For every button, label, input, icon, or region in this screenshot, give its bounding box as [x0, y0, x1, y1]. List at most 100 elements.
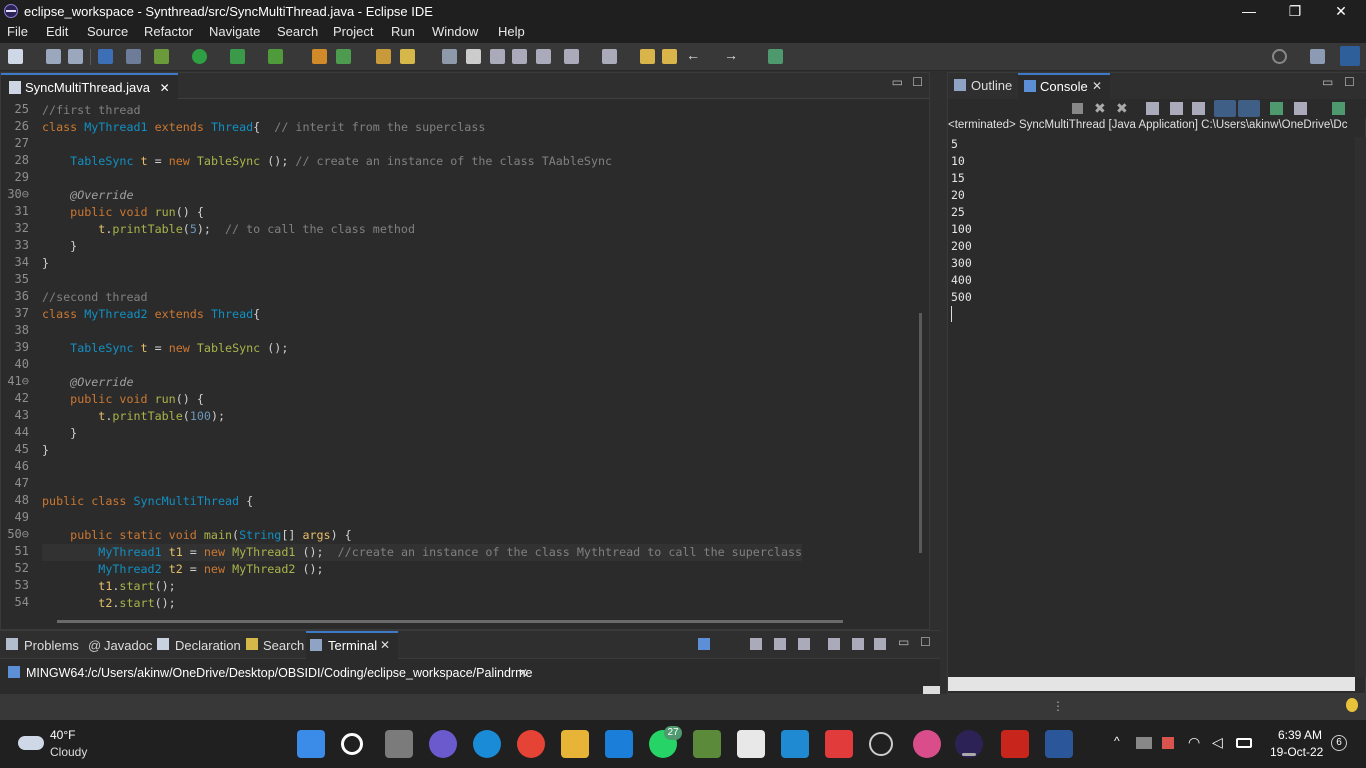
- edge-icon[interactable]: [473, 730, 501, 758]
- snipping-tool-icon[interactable]: [737, 730, 765, 758]
- clear-icon[interactable]: [852, 638, 864, 650]
- block-selection-icon[interactable]: [466, 49, 481, 64]
- code-editor[interactable]: 25 //first thread 26 class MyThread1 extend…: [1, 99, 913, 611]
- menu-help[interactable]: Help: [498, 24, 525, 39]
- battery-icon[interactable]: [1236, 738, 1252, 748]
- pilcrow-icon[interactable]: [536, 49, 551, 64]
- paste-icon[interactable]: [798, 638, 810, 650]
- forward-arrow-icon[interactable]: →: [724, 48, 739, 63]
- task-view-icon[interactable]: [385, 730, 413, 758]
- console-vertical-scrollbar[interactable]: [1355, 137, 1366, 677]
- back-arrow-icon[interactable]: ←: [686, 48, 701, 63]
- code-line[interactable]: public class SyncMultiThread {: [42, 493, 253, 510]
- new-java-project-icon[interactable]: [312, 49, 327, 64]
- weather-temp[interactable]: 40°F: [50, 728, 75, 742]
- tip-of-day-icon[interactable]: [1346, 698, 1358, 712]
- new-icon[interactable]: [8, 49, 23, 64]
- start-icon[interactable]: [297, 730, 325, 758]
- scroll-lock-icon[interactable]: [750, 638, 762, 650]
- word-icon[interactable]: [1045, 730, 1073, 758]
- status-more-icon[interactable]: ⋮: [1052, 699, 1064, 713]
- chrome-icon[interactable]: [517, 730, 545, 758]
- code-line[interactable]: public static void main(String[] args) {: [42, 527, 352, 544]
- run-icon[interactable]: [192, 49, 207, 64]
- terminate-icon[interactable]: [1072, 103, 1083, 114]
- copy-icon[interactable]: [774, 638, 786, 650]
- open-type-icon[interactable]: [376, 49, 391, 64]
- obs-icon[interactable]: [869, 732, 893, 756]
- file-explorer-icon[interactable]: [561, 730, 589, 758]
- close-button[interactable]: ✕: [1318, 0, 1364, 22]
- code-line[interactable]: }: [42, 255, 49, 272]
- show-stderr-icon[interactable]: [1238, 100, 1260, 117]
- close-icon[interactable]: ✕: [518, 666, 528, 680]
- console-output[interactable]: 5 10 15 20 25 100 200 300 400 500: [948, 137, 1348, 677]
- onedrive-icon[interactable]: [1136, 737, 1152, 749]
- pin-console-icon[interactable]: [1270, 102, 1283, 115]
- maximize-view-icon[interactable]: ☐: [920, 635, 931, 649]
- code-line[interactable]: t.printTable(5); // to call the class me…: [42, 221, 415, 238]
- remove-all-icon[interactable]: ✖: [1116, 100, 1128, 117]
- remove-launch-icon[interactable]: ✖: [1094, 100, 1106, 117]
- tab-outline[interactable]: Outline: [971, 78, 1012, 93]
- close-icon[interactable]: ✕: [160, 81, 170, 95]
- save-icon[interactable]: [46, 49, 61, 64]
- new-terminal-icon[interactable]: [828, 638, 840, 650]
- toggle-mark-icon[interactable]: [442, 49, 457, 64]
- clock-date[interactable]: 19-Oct-22: [1270, 745, 1323, 759]
- coverage-icon[interactable]: [230, 49, 245, 64]
- vscode-icon[interactable]: [781, 730, 809, 758]
- terminal-console-icon[interactable]: [698, 638, 710, 650]
- tab-terminal[interactable]: Terminal ✕: [306, 631, 398, 659]
- prev-annotation-icon[interactable]: [602, 49, 617, 64]
- external-tools-icon[interactable]: [268, 49, 283, 64]
- code-line[interactable]: }: [42, 442, 49, 459]
- menu-source[interactable]: Source: [87, 24, 128, 39]
- code-line[interactable]: }: [42, 425, 77, 442]
- editor-horizontal-scrollbar[interactable]: [57, 620, 843, 623]
- code-line[interactable]: public void run() {: [42, 391, 204, 408]
- code-line[interactable]: @Override: [42, 187, 133, 204]
- eclipse-icon[interactable]: [955, 730, 983, 758]
- code-line[interactable]: MyThread2 t2 = new MyThread2 ();: [42, 561, 323, 578]
- menu-search[interactable]: Search: [277, 24, 318, 39]
- code-line[interactable]: TableSync t = new TableSync ();: [42, 340, 288, 357]
- acrobat-icon[interactable]: [1001, 730, 1029, 758]
- java-perspective-icon[interactable]: [1340, 46, 1360, 66]
- menu-file[interactable]: File: [7, 24, 28, 39]
- terminal-session-tab[interactable]: MINGW64:/c/Users/akinw/OneDrive/Desktop/…: [0, 660, 540, 686]
- app-icon[interactable]: [693, 730, 721, 758]
- tab-declaration[interactable]: Declaration: [175, 638, 241, 653]
- back-edit-icon[interactable]: [640, 49, 655, 64]
- code-line[interactable]: t2.start();: [42, 595, 175, 611]
- maximize-view-icon[interactable]: ☐: [1344, 75, 1355, 89]
- show-whitespace-icon[interactable]: [512, 49, 527, 64]
- clock-time[interactable]: 6:39 AM: [1278, 728, 1322, 742]
- new-class-icon[interactable]: [336, 49, 351, 64]
- minimize-view-icon[interactable]: ▭: [892, 75, 903, 89]
- word-wrap-icon[interactable]: [490, 49, 505, 64]
- show-stdout-icon[interactable]: [1214, 100, 1236, 117]
- code-line[interactable]: }: [42, 238, 77, 255]
- minimize-view-icon[interactable]: ▭: [1322, 75, 1333, 89]
- word-wrap-icon[interactable]: [1192, 102, 1205, 115]
- code-line[interactable]: t1.start();: [42, 578, 175, 595]
- weather-desc[interactable]: Cloudy: [50, 745, 87, 759]
- close-icon[interactable]: ✕: [1092, 79, 1102, 93]
- tab-console[interactable]: Console ✕: [1018, 73, 1110, 99]
- maximize-view-icon[interactable]: ☐: [912, 75, 923, 89]
- tab-javadoc[interactable]: Javadoc: [104, 638, 152, 653]
- code-line[interactable]: class MyThread1 extends Thread{ // inter…: [42, 119, 485, 136]
- scroll-lock-icon[interactable]: [1170, 102, 1183, 115]
- restore-button[interactable]: ❐: [1272, 0, 1318, 22]
- save-all-icon[interactable]: [68, 49, 83, 64]
- menu-refactor[interactable]: Refactor: [144, 24, 193, 39]
- settings-icon[interactable]: [874, 638, 886, 650]
- minimize-view-icon[interactable]: ▭: [898, 635, 909, 649]
- search-toolbar-icon[interactable]: [400, 49, 415, 64]
- pin-editor-icon[interactable]: [768, 49, 783, 64]
- clear-console-icon[interactable]: [1146, 102, 1159, 115]
- code-line[interactable]: //first thread: [42, 102, 141, 119]
- open-console-icon[interactable]: [1332, 102, 1345, 115]
- menu-window[interactable]: Window: [432, 24, 478, 39]
